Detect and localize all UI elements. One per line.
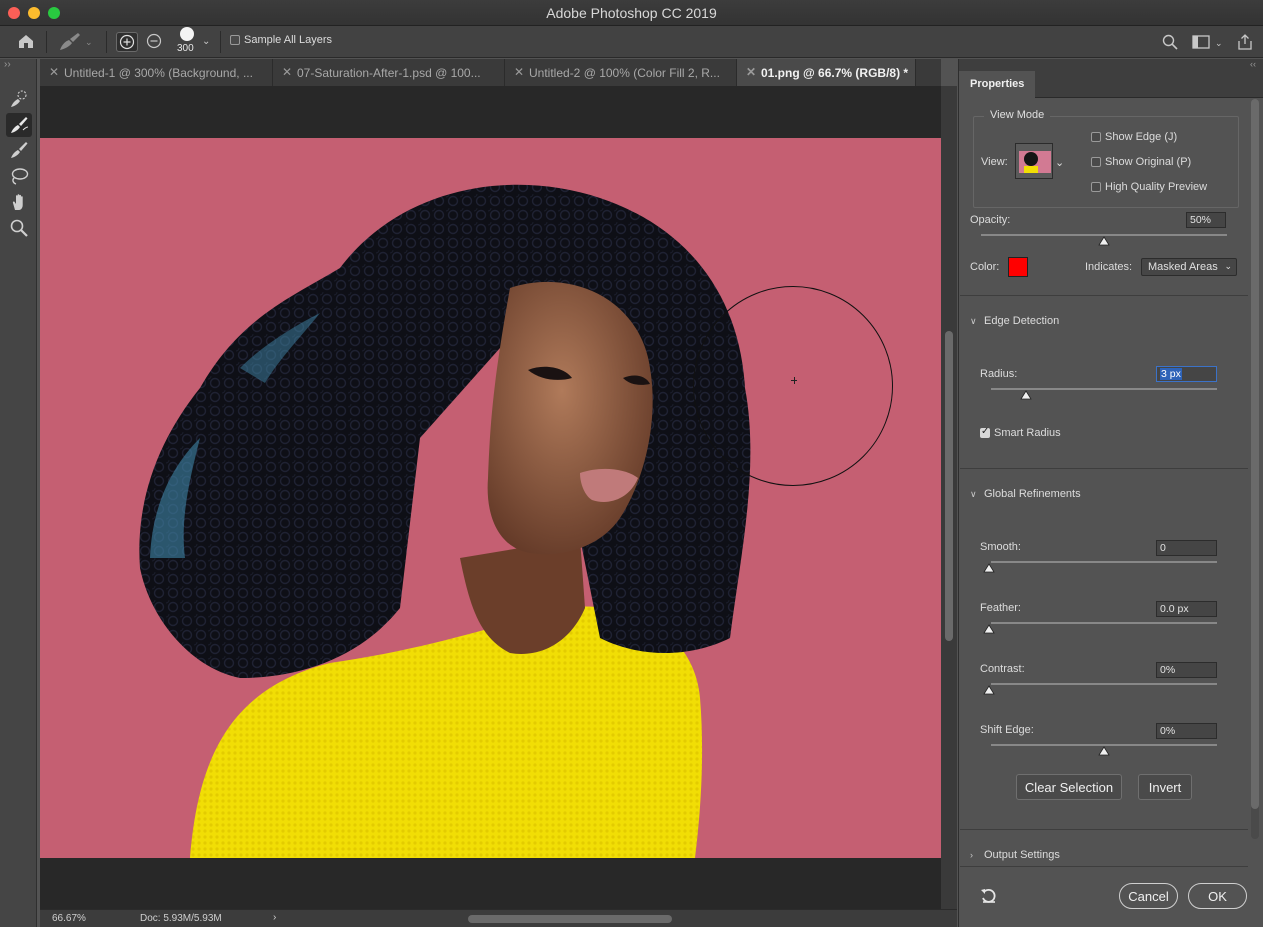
- chevron-down-icon[interactable]: ⌄: [1055, 156, 1064, 169]
- close-icon[interactable]: ✕: [746, 65, 756, 79]
- close-icon[interactable]: ✕: [282, 65, 292, 79]
- subtract-from-selection-icon[interactable]: [144, 32, 166, 52]
- window-title: Adobe Photoshop CC 2019: [546, 5, 717, 21]
- show-original-checkbox[interactable]: Show Original (P): [1091, 156, 1191, 168]
- document-image[interactable]: [40, 138, 941, 858]
- add-to-selection-icon[interactable]: [116, 32, 138, 52]
- hand-tool-icon[interactable]: [6, 190, 32, 214]
- opacity-label: Opacity:: [970, 214, 1011, 226]
- invert-button[interactable]: Invert: [1138, 774, 1192, 800]
- status-bar: 66.67% Doc: 5.93M/5.93M ›: [40, 909, 957, 927]
- chevron-right-icon[interactable]: ›: [273, 912, 276, 923]
- color-label: Color:: [970, 261, 1000, 273]
- panel-grip-icon[interactable]: ››: [4, 59, 11, 70]
- show-edge-checkbox[interactable]: Show Edge (J): [1091, 131, 1177, 143]
- smooth-slider-track[interactable]: [991, 561, 1217, 563]
- tab-properties[interactable]: Properties: [959, 71, 1035, 98]
- checkbox-icon[interactable]: [230, 35, 240, 46]
- undo-icon[interactable]: [979, 886, 999, 906]
- document-tabs: ✕ Untitled-1 @ 300% (Background, ... ✕ 07-…: [40, 59, 941, 86]
- chevron-down-icon[interactable]: ⌄: [202, 36, 210, 47]
- svg-text:⌄: ⌄: [1215, 39, 1223, 49]
- global-refinements-header[interactable]: ∨ Global Refinements: [970, 488, 1081, 500]
- edge-detection-header[interactable]: ∨ Edge Detection: [970, 315, 1059, 327]
- smooth-label: Smooth:: [980, 541, 1021, 553]
- home-icon[interactable]: [16, 32, 38, 52]
- zoom-tool-icon[interactable]: [6, 216, 32, 240]
- smooth-field[interactable]: 0: [1156, 540, 1217, 556]
- sample-all-layers-checkbox[interactable]: Sample All Layers: [230, 34, 332, 46]
- chevron-down-icon: ⌄: [1224, 261, 1232, 271]
- feather-field[interactable]: 0.0 px: [1156, 601, 1217, 617]
- brush-cursor: [693, 286, 893, 486]
- contrast-field[interactable]: 0%: [1156, 662, 1217, 678]
- contrast-label: Contrast:: [980, 663, 1025, 675]
- panel-grip-icon[interactable]: ‹‹: [1250, 59, 1256, 69]
- radius-label: Radius:: [980, 368, 1018, 380]
- output-settings-header[interactable]: › Output Settings: [970, 849, 1060, 861]
- smart-radius-checkbox[interactable]: Smart Radius: [980, 426, 1061, 439]
- contrast-slider-track[interactable]: [991, 683, 1217, 685]
- tab-01-png[interactable]: ✕ 01.png @ 66.7% (RGB/8) *: [737, 59, 916, 86]
- clear-selection-button[interactable]: Clear Selection: [1016, 774, 1122, 800]
- radius-field[interactable]: 3 px: [1156, 366, 1217, 382]
- cancel-button[interactable]: Cancel: [1119, 883, 1178, 909]
- brush-tool-icon[interactable]: [6, 138, 32, 162]
- vertical-scroll-thumb[interactable]: [945, 331, 953, 641]
- brush-size-value: 300: [177, 43, 194, 54]
- document-canvas[interactable]: [40, 86, 941, 909]
- panel-scrollbar[interactable]: [1251, 99, 1259, 839]
- chevron-right-icon: ›: [970, 850, 973, 860]
- shift-edge-field[interactable]: 0%: [1156, 723, 1217, 739]
- options-bar: ⌄ 300 ⌄ Sample All Layers ⌄: [0, 26, 1263, 58]
- search-icon[interactable]: [1162, 34, 1178, 53]
- tab-saturation-after[interactable]: ✕ 07-Saturation-After-1.psd @ 100...: [273, 59, 505, 86]
- view-mode-heading: View Mode: [984, 109, 1051, 121]
- chevron-down-icon: ∨: [970, 316, 977, 326]
- quick-selection-tool-icon[interactable]: [6, 87, 32, 111]
- indicates-label: Indicates:: [1085, 261, 1133, 273]
- close-icon[interactable]: ✕: [514, 65, 524, 79]
- indicates-dropdown[interactable]: Masked Areas ⌄: [1141, 258, 1237, 276]
- lasso-tool-icon[interactable]: [6, 164, 32, 188]
- close-icon[interactable]: ✕: [49, 65, 59, 79]
- refine-edge-brush-tool-icon[interactable]: [6, 113, 32, 137]
- high-quality-preview-checkbox[interactable]: High Quality Preview: [1091, 181, 1207, 193]
- share-icon[interactable]: [1237, 34, 1253, 53]
- view-mode-thumbnail[interactable]: [1015, 143, 1053, 179]
- portrait-photo: [40, 138, 941, 858]
- tab-untitled-1[interactable]: ✕ Untitled-1 @ 300% (Background, ...: [40, 59, 273, 86]
- tab-untitled-2[interactable]: ✕ Untitled-2 @ 100% (Color Fill 2, R...: [505, 59, 737, 86]
- svg-text:⌄: ⌄: [85, 38, 92, 48]
- doc-size: Doc: 5.93M/5.93M: [140, 913, 222, 924]
- feather-label: Feather:: [980, 602, 1021, 614]
- chevron-down-icon: ∨: [970, 489, 977, 499]
- opacity-field[interactable]: 50%: [1186, 212, 1226, 228]
- vertical-scrollbar[interactable]: [941, 86, 957, 909]
- shift-edge-label: Shift Edge:: [980, 724, 1034, 736]
- color-swatch[interactable]: [1008, 257, 1028, 277]
- brush-size-preview[interactable]: [180, 27, 194, 41]
- workspace-icon[interactable]: ⌄: [1192, 34, 1224, 53]
- title-bar: Adobe Photoshop CC 2019: [0, 0, 1263, 26]
- zoom-level[interactable]: 66.67%: [52, 913, 86, 924]
- horizontal-scroll-thumb[interactable]: [468, 915, 672, 923]
- brush-preset-picker[interactable]: ⌄: [56, 32, 93, 52]
- feather-slider-track[interactable]: [991, 622, 1217, 624]
- tools-panel: ››: [0, 59, 37, 927]
- ok-button[interactable]: OK: [1188, 883, 1247, 909]
- view-label: View:: [981, 156, 1008, 168]
